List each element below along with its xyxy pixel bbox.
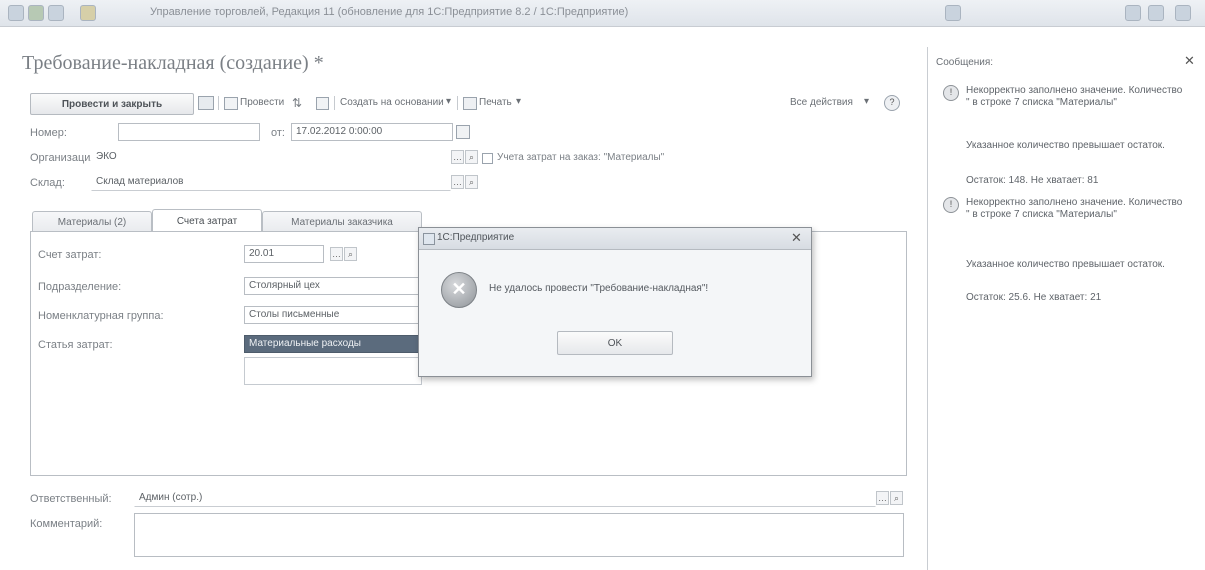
calendar-icon[interactable] <box>456 125 470 139</box>
print-icon[interactable] <box>463 97 477 110</box>
minimize-icon[interactable] <box>1125 5 1141 21</box>
chevron-down-icon[interactable]: ▾ <box>864 96 869 107</box>
select-button[interactable]: … <box>451 175 464 189</box>
message-text[interactable]: Некорректно заполнено значение. Количест… <box>966 85 1188 109</box>
calendar-icon[interactable] <box>945 5 961 21</box>
error-dialog: 1С:Предприятие ✕ ✕ Не удалось провести "… <box>418 227 812 377</box>
forward-icon[interactable] <box>48 5 64 21</box>
comment-label: Комментарий: <box>30 518 103 530</box>
post-button[interactable]: Провести <box>240 97 284 108</box>
organization-label: Организация: <box>30 152 100 164</box>
cost-item-field[interactable]: Столы письменные <box>244 306 420 324</box>
toolbar-separator <box>218 96 219 110</box>
toolbar-separator <box>334 96 335 110</box>
responsible-label: Ответственный: <box>30 493 112 505</box>
dialog-header: 1С:Предприятие ✕ <box>419 228 811 250</box>
home-icon[interactable] <box>80 5 96 21</box>
window-title: Управление торговлей, Редакция 11 (обнов… <box>150 6 629 18</box>
expense-item-field[interactable]: Материальные расходы <box>244 335 420 353</box>
date-field[interactable]: 17.02.2012 0:00:00 <box>291 123 453 141</box>
message-balance: Остаток: 148. Не хватает: 81 <box>966 175 1099 186</box>
cost-accounting-checkbox[interactable] <box>482 153 493 164</box>
expense-item-label: Статья затрат: <box>38 339 113 351</box>
responsible-field[interactable]: Админ (сотр.) <box>134 489 876 507</box>
number-field[interactable] <box>118 123 260 141</box>
cost-account-field[interactable]: 20.01 <box>244 245 324 263</box>
error-icon: ✕ <box>441 272 477 308</box>
close-window-icon[interactable] <box>1175 5 1191 21</box>
maximize-icon[interactable] <box>1148 5 1164 21</box>
dialog-message: Не удалось провести "Требование-накладна… <box>489 283 709 294</box>
warehouse-label: Склад: <box>30 177 65 189</box>
tab-cost-accounts[interactable]: Счета затрат <box>152 209 262 232</box>
dropdown-list[interactable] <box>244 357 422 385</box>
app-icon[interactable] <box>8 5 24 21</box>
message-balance: Остаток: 25.6. Не хватает: 21 <box>966 292 1102 303</box>
structure-icon[interactable]: ⇅ <box>292 96 302 110</box>
window-titlebar: Управление торговлей, Редакция 11 (обнов… <box>0 0 1205 27</box>
message-text[interactable]: Некорректно заполнено значение. Количест… <box>966 197 1188 221</box>
search-icon[interactable]: ⌕ <box>465 150 478 164</box>
post-and-close-button[interactable]: Провести и закрыть <box>30 93 194 115</box>
number-label: Номер: <box>30 127 67 139</box>
close-icon[interactable]: ✕ <box>791 230 802 246</box>
report-icon[interactable] <box>316 97 329 110</box>
info-icon: ! <box>943 197 959 213</box>
help-icon[interactable]: ? <box>884 95 900 111</box>
select-button[interactable]: … <box>876 491 889 505</box>
cost-item-label: Номенклатурная группа: <box>38 310 164 322</box>
back-icon[interactable] <box>28 5 44 21</box>
ok-button[interactable]: OK <box>557 331 673 355</box>
save-icon[interactable] <box>198 96 214 110</box>
create-based-on-button[interactable]: Создать на основании <box>340 97 444 108</box>
tab-materials[interactable]: Материалы (2) <box>32 211 152 232</box>
page-title: Требование-накладная (создание) * <box>22 52 324 74</box>
messages-title: Сообщения: <box>936 57 994 68</box>
info-icon: ! <box>943 85 959 101</box>
cost-account-label: Счет затрат: <box>38 249 102 261</box>
messages-panel: Сообщения: ✕ ! Некорректно заполнено зна… <box>927 47 1205 570</box>
warehouse-field[interactable]: Склад материалов <box>91 173 451 191</box>
message-detail: Указанное количество превышает остаток. <box>966 259 1165 270</box>
app-icon <box>423 233 435 245</box>
select-button[interactable]: … <box>451 150 464 164</box>
comment-field[interactable] <box>134 513 904 557</box>
date-from-label: от: <box>271 127 285 139</box>
division-label: Подразделение: <box>38 281 122 293</box>
toolbar-separator <box>457 96 458 110</box>
chevron-down-icon[interactable]: ▾ <box>516 96 521 107</box>
select-button[interactable]: … <box>330 247 343 261</box>
organization-field[interactable]: ЭКО <box>91 148 451 166</box>
division-field[interactable]: Столярный цех <box>244 277 420 295</box>
cost-accounting-label: Учета затрат на заказ: "Материалы" <box>497 152 665 163</box>
chevron-down-icon[interactable]: ▾ <box>446 96 451 107</box>
search-icon[interactable]: ⌕ <box>465 175 478 189</box>
post-icon[interactable] <box>224 97 238 110</box>
search-icon[interactable]: ⌕ <box>890 491 903 505</box>
print-button[interactable]: Печать <box>479 97 512 108</box>
message-detail: Указанное количество превышает остаток. <box>966 140 1165 151</box>
search-icon[interactable]: ⌕ <box>344 247 357 261</box>
close-icon[interactable]: ✕ <box>1184 53 1195 69</box>
dialog-title: 1С:Предприятие <box>437 232 515 243</box>
tab-customer-materials[interactable]: Материалы заказчика <box>262 211 422 232</box>
all-actions-button[interactable]: Все действия <box>790 97 853 108</box>
